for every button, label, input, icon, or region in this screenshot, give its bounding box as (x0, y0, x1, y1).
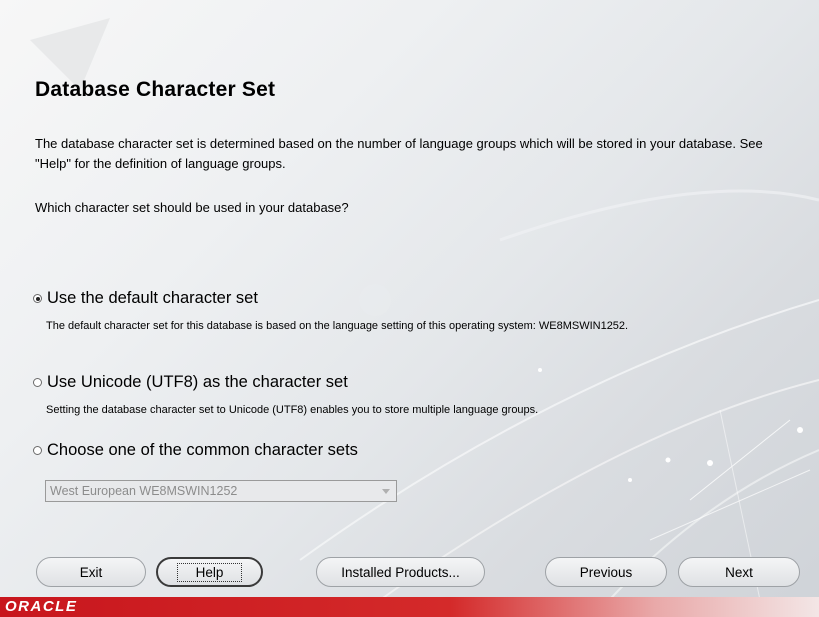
option-unicode-charset-label[interactable]: Use Unicode (UTF8) as the character set (47, 373, 348, 392)
oracle-logo: ORACLE (5, 598, 78, 615)
installed-products-button[interactable]: Installed Products... (316, 557, 485, 587)
page-description: The database character set is determined… (35, 136, 763, 171)
option-default-charset[interactable]: Use the default character set (33, 289, 258, 308)
help-button[interactable]: Help (156, 557, 263, 587)
option-default-charset-label[interactable]: Use the default character set (47, 289, 258, 308)
chevron-down-icon[interactable] (382, 489, 390, 494)
exit-button[interactable]: Exit (36, 557, 146, 587)
next-button-label: Next (725, 564, 753, 580)
option-common-charset-label[interactable]: Choose one of the common character sets (47, 441, 358, 460)
radio-common-charset[interactable] (33, 446, 42, 455)
charset-select-value: West European WE8MSWIN1252 (50, 484, 238, 498)
option-unicode-charset[interactable]: Use Unicode (UTF8) as the character set (33, 373, 348, 392)
page-question: Which character set should be used in yo… (35, 200, 349, 215)
option-unicode-charset-description: Setting the database character set to Un… (46, 404, 539, 416)
option-default-charset-description: The default character set for this datab… (46, 320, 629, 332)
page-title: Database Character Set (35, 78, 276, 101)
help-button-label: Help (176, 562, 243, 582)
installed-products-button-label: Installed Products... (341, 564, 460, 580)
next-button[interactable]: Next (678, 557, 800, 587)
footer-bar (0, 597, 819, 617)
exit-button-label: Exit (79, 564, 103, 580)
radio-default-charset[interactable] (33, 294, 42, 303)
previous-button-label: Previous (579, 564, 633, 580)
radio-unicode-charset[interactable] (33, 378, 42, 387)
option-common-charset[interactable]: Choose one of the common character sets (33, 441, 358, 460)
charset-select[interactable]: West European WE8MSWIN1252 (45, 480, 397, 502)
previous-button[interactable]: Previous (545, 557, 667, 587)
